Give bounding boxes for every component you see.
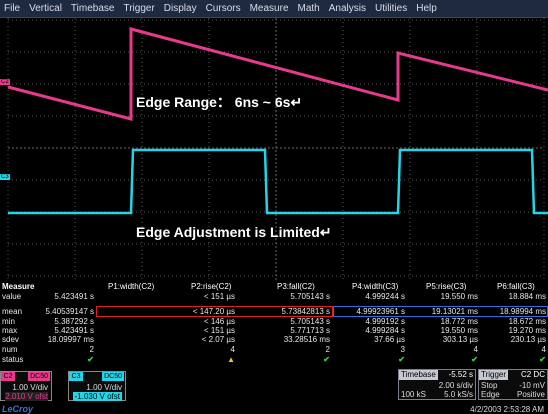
menu-vertical[interactable]: Vertical xyxy=(29,0,62,18)
menu-timebase[interactable]: Timebase xyxy=(71,0,115,18)
timebase-delay: -5.52 s xyxy=(448,370,473,379)
offset-value: 2.010 V ofst xyxy=(5,392,48,401)
column-header-p5[interactable]: P5:rise(C3) xyxy=(426,282,466,292)
volts-per-div: 1.00 V/div xyxy=(12,383,48,392)
cell: 230.13 µs xyxy=(510,335,546,344)
cell: < 2.07 µs xyxy=(201,335,235,344)
cell: 18.98994 ms xyxy=(499,307,546,316)
status-bar: C2 DC50 1.00 V/div 2.010 V ofst C3 DC50 … xyxy=(0,368,548,414)
timebase-label: Timebase xyxy=(399,370,438,380)
ch2-ground-marker[interactable]: C2 xyxy=(0,79,10,85)
cell: 3 xyxy=(400,345,405,354)
measure-row-sdev: sdev 18.09997 ms < 2.07 µs 33.28516 ms 3… xyxy=(0,335,548,345)
cell: 2 xyxy=(89,345,94,354)
status-ok-icon: ✔ xyxy=(471,355,478,364)
cell: 4 xyxy=(541,345,546,354)
channel-tag: C3 xyxy=(69,372,83,381)
cell: 4.999244 s xyxy=(365,292,405,301)
volts-per-div: 1.00 V/div xyxy=(86,383,122,392)
channel-tag: C2 xyxy=(1,372,15,381)
measure-header-row: Measure P1:width(C2) P2:rise(C2) P3:fall… xyxy=(0,282,548,292)
cell: 18.09997 ms xyxy=(47,335,94,344)
ch3-ground-marker[interactable]: C3 xyxy=(0,174,10,180)
cell: 19.13021 ms xyxy=(431,307,478,316)
timebase-descriptor[interactable]: Timebase -5.52 s 2.00 s/div 100 kS 5.0 k… xyxy=(398,369,476,400)
column-header-p6[interactable]: P6:fall(C3) xyxy=(497,282,535,292)
cell: 18.884 ms xyxy=(508,292,546,301)
cell: 5.40539147 s xyxy=(45,307,95,316)
edge-adjustment-annotation: Edge Adjustment is Limited↵ xyxy=(136,224,332,240)
row-label: sdev xyxy=(2,335,19,344)
cell: 303.13 µs xyxy=(442,335,478,344)
row-label: value xyxy=(2,292,22,301)
cell: 19.550 ms xyxy=(440,292,478,301)
menu-trigger[interactable]: Trigger xyxy=(123,0,154,18)
column-header-p1[interactable]: P1:width(C2) xyxy=(108,282,154,292)
measure-row-value: value 5.423491 s < 151 µs 5.705143 s 4.9… xyxy=(0,292,548,302)
trigger-mode: Stop xyxy=(481,381,498,390)
measurement-table: Measure P1:width(C2) P2:rise(C2) P3:fall… xyxy=(0,280,548,368)
row-label: mean xyxy=(2,307,23,316)
measure-row-mean: mean 5.40539147 s < 147.20 µs 5.73842813… xyxy=(0,307,548,317)
menu-file[interactable]: File xyxy=(4,0,20,18)
status-ok-icon: ✔ xyxy=(323,355,330,364)
cell: < 151 µs xyxy=(203,292,235,301)
coupling-badge: DC50 xyxy=(28,372,50,381)
cell: < 147.20 µs xyxy=(192,307,235,316)
cell: 5.73842813 s xyxy=(281,307,331,316)
channel-c2-descriptor[interactable]: C2 DC50 1.00 V/div 2.010 V ofst xyxy=(0,371,52,401)
cell: 2 xyxy=(325,345,330,354)
cell: 37.66 µs xyxy=(374,335,405,344)
column-header-p2[interactable]: P2:rise(C2) xyxy=(191,282,231,292)
edge-range-annotation: Edge Range： 6ns ~ 6s↵ xyxy=(136,94,303,110)
trigger-type: Edge xyxy=(481,390,500,399)
trigger-level: -10 mV xyxy=(519,381,545,390)
menu-utilities[interactable]: Utilities xyxy=(375,0,407,18)
status-ok-icon: ✔ xyxy=(398,355,405,364)
status-ok-icon: ✔ xyxy=(539,355,546,364)
measure-title[interactable]: Measure xyxy=(2,282,34,292)
menu-analysis[interactable]: Analysis xyxy=(329,0,366,18)
cell: 5.423491 s xyxy=(54,292,94,301)
cell: 33.28516 ms xyxy=(283,335,330,344)
row-label: status xyxy=(2,355,24,364)
menu-help[interactable]: Help xyxy=(416,0,437,18)
waveform-display[interactable]: C2 C3 Edge Range： 6ns ~ 6s↵ Edge Adjustm… xyxy=(0,18,548,280)
brand-logo: LeCroy xyxy=(2,404,34,414)
measure-row-status: status ✔ ▲ ✔ ✔ ✔ ✔ xyxy=(0,355,548,365)
ch3-square-trace xyxy=(8,148,548,215)
menu-measure[interactable]: Measure xyxy=(250,0,289,18)
channel-c3-descriptor[interactable]: C3 DC50 1.00 V/div -1.030 V ofst xyxy=(68,371,126,401)
coupling-badge: DC50 xyxy=(102,372,124,381)
menu-display[interactable]: Display xyxy=(164,0,197,18)
column-header-p4[interactable]: P4:width(C3) xyxy=(352,282,398,292)
trigger-source: C2 DC xyxy=(520,370,545,379)
menu-cursors[interactable]: Cursors xyxy=(206,0,241,18)
cell: 4 xyxy=(230,345,235,354)
trigger-descriptor[interactable]: Trigger C2 DC Stop -10 mV Edge Positive xyxy=(478,369,548,400)
cell: 4 xyxy=(473,345,478,354)
row-label: num xyxy=(2,345,18,354)
cell: 4.99923961 s xyxy=(356,307,406,316)
cell: 5.705143 s xyxy=(290,292,330,301)
trigger-slope: Positive xyxy=(516,390,545,399)
sample-count: 100 kS xyxy=(401,390,426,399)
menu-math[interactable]: Math xyxy=(298,0,320,18)
date-time: 4/2/2003 2:53:28 AM xyxy=(470,405,544,414)
column-header-p3[interactable]: P3:fall(C2) xyxy=(277,282,315,292)
menu-bar: File Vertical Timebase Trigger Display C… xyxy=(0,0,548,18)
status-ok-icon: ✔ xyxy=(87,355,94,364)
measure-row-num: num 2 4 2 3 4 4 xyxy=(0,345,548,355)
trigger-label: Trigger xyxy=(479,370,509,380)
status-warning-icon: ▲ xyxy=(227,355,235,364)
time-per-div: 2.00 s/div xyxy=(438,381,473,390)
offset-value: -1.030 V ofst xyxy=(72,392,122,401)
sample-rate: 5.0 kS/s xyxy=(444,390,473,399)
